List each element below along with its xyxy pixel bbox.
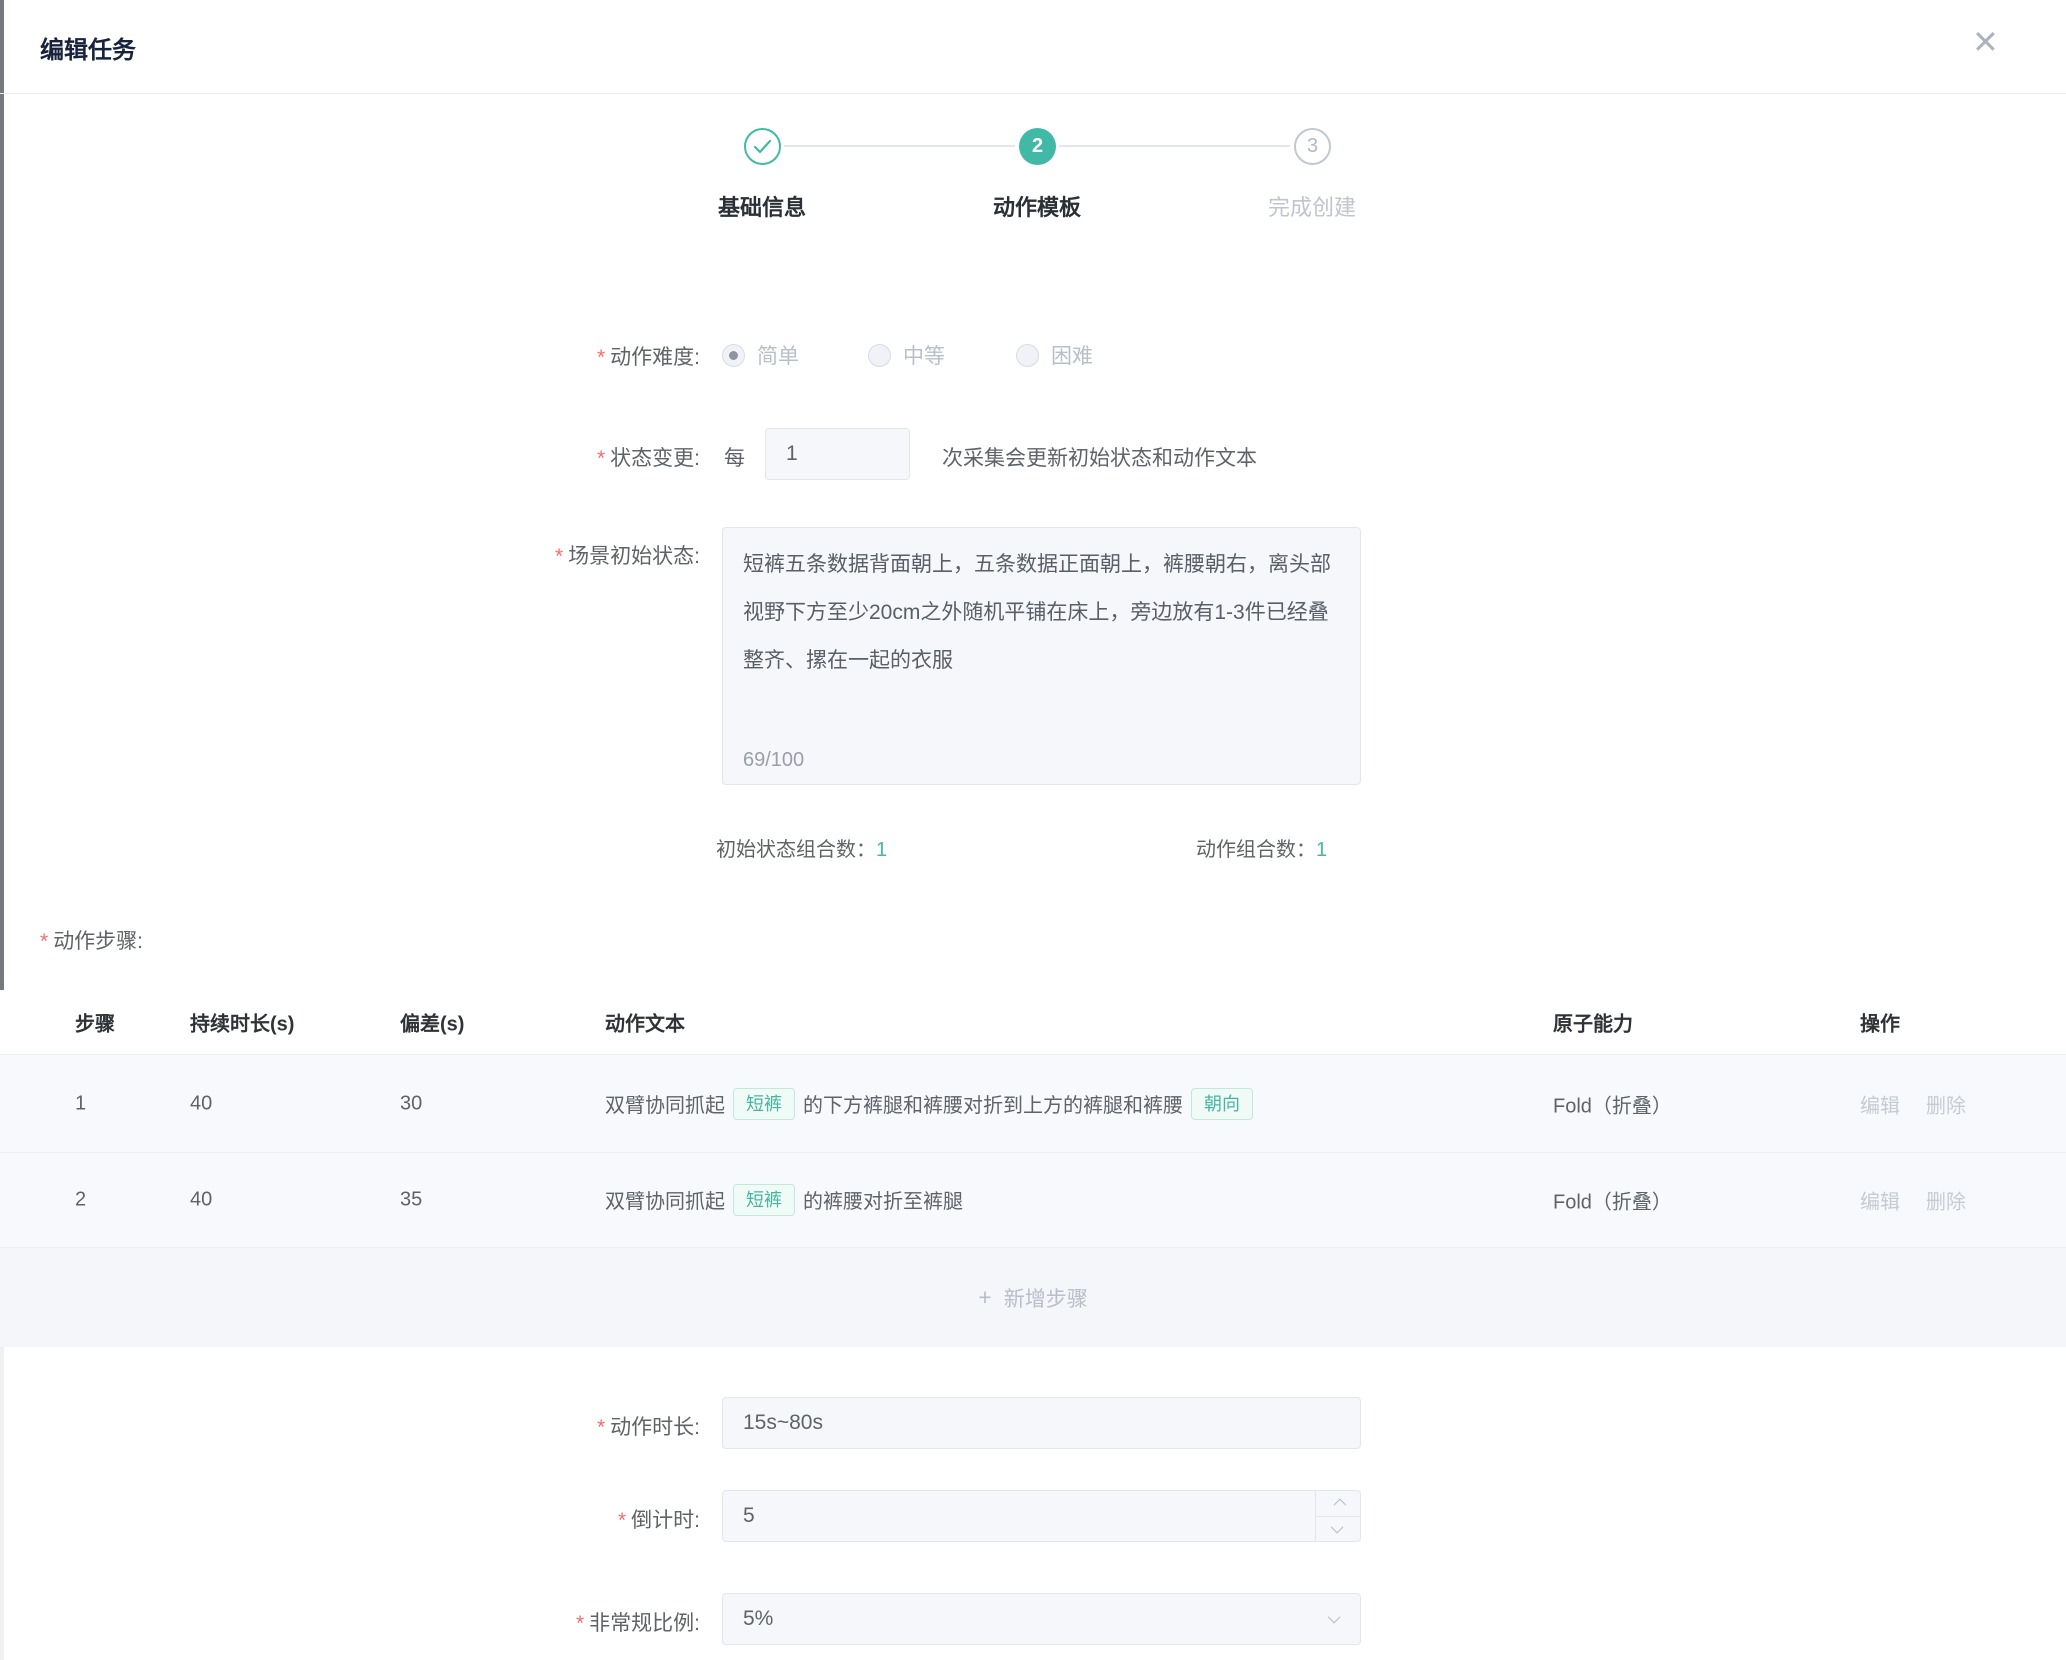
- step1-label: 基础信息: [652, 190, 872, 222]
- required-asterisk: *: [597, 346, 605, 369]
- unusual-ratio-label: *非常规比例:: [360, 1607, 700, 1637]
- action-combo-count: 动作组合数：1: [1196, 833, 1327, 862]
- table-row: 2 40 35 双臂协同抓起短裤的裤腰对折至裤腿 Fold（折叠） 编辑 删除: [0, 1153, 2066, 1248]
- radio-medium[interactable]: 中等: [868, 340, 945, 370]
- step-ability: Fold（折叠）: [1553, 1186, 1672, 1215]
- step-number: 1: [75, 1092, 86, 1115]
- row-actions: 编辑 删除: [1860, 1186, 1966, 1215]
- state-change-suffix: 次采集会更新初始状态和动作文本: [942, 442, 1257, 472]
- step-duration: 40: [190, 1189, 212, 1212]
- state-change-prefix: 每: [724, 442, 745, 472]
- step-deviation: 35: [400, 1189, 422, 1212]
- increase-button[interactable]: [1316, 1491, 1360, 1516]
- step-connector: [1059, 145, 1290, 147]
- radio-selected-icon: [722, 344, 745, 367]
- countdown-label: *倒计时:: [360, 1504, 700, 1534]
- radio-hard[interactable]: 困难: [1016, 340, 1093, 370]
- countdown-input[interactable]: 5: [722, 1490, 1361, 1542]
- scene-initial-label: *场景初始状态:: [360, 540, 700, 570]
- edit-link[interactable]: 编辑: [1860, 1089, 1900, 1118]
- close-icon[interactable]: ✕: [1972, 26, 1999, 58]
- step2-indicator: 2: [1019, 128, 1056, 165]
- row-actions: 编辑 删除: [1860, 1089, 1966, 1118]
- step-action-text: 双臂协同抓起短裤的裤腰对折至裤腿: [605, 1184, 963, 1216]
- step-number: 2: [75, 1189, 86, 1212]
- step-action-text: 双臂协同抓起短裤的下方裤腿和裤腰对折到上方的裤腿和裤腰朝向: [605, 1088, 1261, 1120]
- step-ability: Fold（折叠）: [1553, 1089, 1672, 1118]
- edit-task-dialog: 编辑任务 ✕ 2 3 基础信息 动作模板 完成创建 *动作难度: 简单 中等 困…: [0, 0, 2066, 1660]
- add-step-label: 新增步骤: [1004, 1283, 1088, 1313]
- char-counter: 69/100: [743, 748, 804, 772]
- col-duration: 持续时长(s): [190, 1008, 294, 1037]
- state-change-label: *状态变更:: [360, 442, 700, 472]
- action-steps-label: *动作步骤:: [40, 925, 143, 955]
- initial-combo-count: 初始状态组合数：1: [716, 833, 887, 862]
- chevron-up-icon: [1333, 1498, 1346, 1511]
- initial-combo-value: 1: [876, 839, 887, 861]
- unusual-ratio-value: 5%: [743, 1607, 773, 1631]
- direction-tag: 朝向: [1191, 1088, 1253, 1120]
- decrease-button[interactable]: [1316, 1516, 1360, 1542]
- step-connector: [784, 145, 1015, 147]
- step3-label: 完成创建: [1202, 190, 1422, 222]
- col-action-text: 动作文本: [605, 1008, 685, 1037]
- scene-initial-value: 短裤五条数据背面朝上，五条数据正面朝上，裤腰朝右，离头部视野下方至少20cm之外…: [743, 553, 1331, 672]
- scrollbar-track[interactable]: [0, 0, 4, 1660]
- chevron-down-icon: [1328, 1611, 1341, 1624]
- step2-label: 动作模板: [927, 190, 1147, 222]
- number-stepper: [1315, 1491, 1360, 1541]
- col-deviation: 偏差(s): [400, 1008, 464, 1037]
- step1-check-icon: [744, 128, 781, 165]
- step-deviation: 30: [400, 1092, 422, 1115]
- radio-unselected-icon: [1016, 344, 1039, 367]
- delete-link[interactable]: 删除: [1926, 1186, 1966, 1215]
- scene-initial-textarea[interactable]: 短裤五条数据背面朝上，五条数据正面朝上，裤腰朝右，离头部视野下方至少20cm之外…: [722, 527, 1361, 785]
- chevron-down-icon: [1330, 1521, 1343, 1534]
- plus-icon: +: [978, 1284, 991, 1311]
- edit-link[interactable]: 编辑: [1860, 1186, 1900, 1215]
- radio-hard-label: 困难: [1051, 340, 1093, 370]
- radio-unselected-icon: [868, 344, 891, 367]
- header-divider: [0, 93, 2066, 94]
- radio-easy[interactable]: 简单: [722, 340, 799, 370]
- difficulty-label: *动作难度:: [360, 341, 700, 371]
- duration-label: *动作时长:: [360, 1411, 700, 1441]
- unusual-ratio-select[interactable]: 5%: [722, 1593, 1361, 1645]
- col-actions: 操作: [1860, 1008, 1900, 1037]
- countdown-value: 5: [743, 1504, 755, 1528]
- object-tag: 短裤: [733, 1184, 795, 1216]
- table-header: 步骤 持续时长(s) 偏差(s) 动作文本 原子能力 操作: [0, 990, 2066, 1054]
- add-step-button[interactable]: + 新增步骤: [0, 1248, 2066, 1347]
- delete-link[interactable]: 删除: [1926, 1089, 1966, 1118]
- action-combo-value: 1: [1316, 839, 1327, 861]
- step-duration: 40: [190, 1092, 212, 1115]
- state-change-input[interactable]: 1: [765, 428, 910, 480]
- radio-easy-label: 简单: [757, 340, 799, 370]
- table-row: 1 40 30 双臂协同抓起短裤的下方裤腿和裤腰对折到上方的裤腿和裤腰朝向 Fo…: [0, 1054, 2066, 1153]
- radio-medium-label: 中等: [903, 340, 945, 370]
- object-tag: 短裤: [733, 1088, 795, 1120]
- dialog-title: 编辑任务: [40, 30, 136, 65]
- col-step: 步骤: [75, 1008, 115, 1037]
- step3-indicator: 3: [1294, 128, 1331, 165]
- col-ability: 原子能力: [1553, 1008, 1633, 1037]
- duration-input[interactable]: 15s~80s: [722, 1397, 1361, 1449]
